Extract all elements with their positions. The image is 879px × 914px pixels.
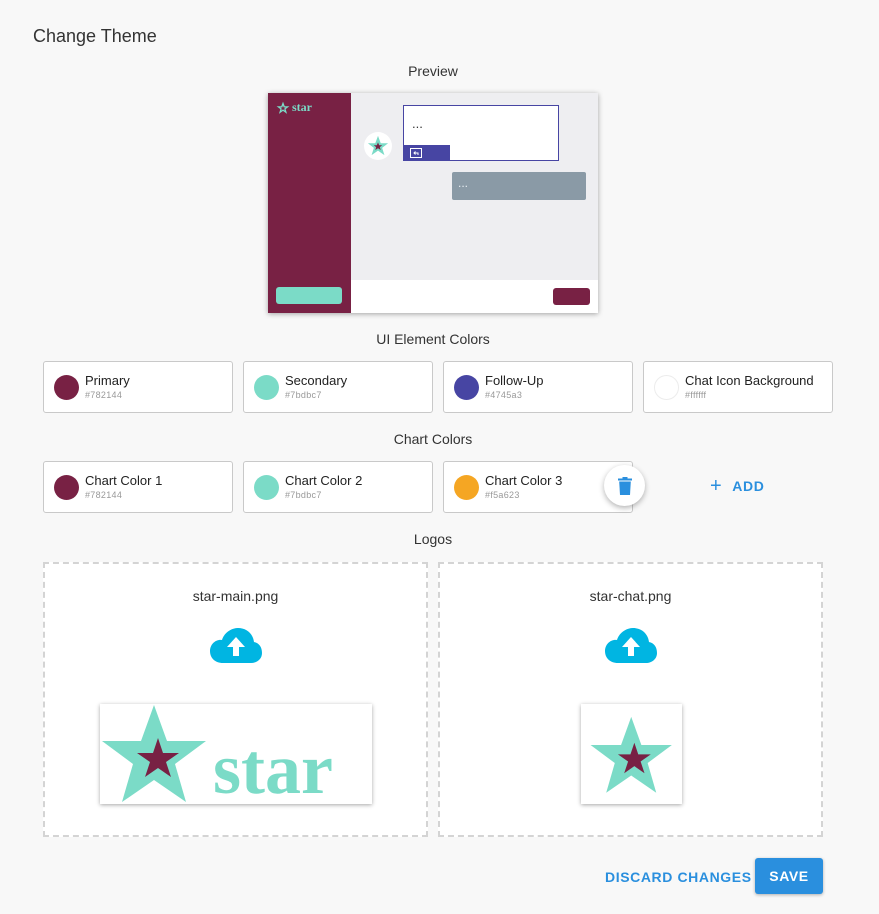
preview-sidebar: star xyxy=(268,93,351,313)
color-label: Primary xyxy=(85,373,130,388)
color-hex: #782144 xyxy=(85,390,123,400)
preview-send-button xyxy=(553,288,590,305)
color-hex: #f5a623 xyxy=(485,490,520,500)
preview-sidebar-button xyxy=(276,287,342,304)
color-card-primary[interactable]: Primary #782144 xyxy=(43,361,233,413)
color-label: Chart Color 3 xyxy=(485,473,563,488)
color-swatch[interactable] xyxy=(54,475,79,500)
trash-icon xyxy=(617,476,632,495)
color-hex: #7bdbc7 xyxy=(285,490,322,500)
color-card-chat-icon-background[interactable]: Chat Icon Background #ffffff xyxy=(643,361,833,413)
preview-title: Preview xyxy=(408,63,458,79)
save-button[interactable]: SAVE xyxy=(755,858,823,894)
logo-dropzone-chat[interactable]: star-chat.png xyxy=(438,562,823,837)
color-swatch[interactable] xyxy=(54,375,79,400)
star-logo-icon xyxy=(276,101,290,114)
add-label: ADD xyxy=(732,478,765,494)
logos-title: Logos xyxy=(413,531,453,547)
page-title: Change Theme xyxy=(33,26,157,46)
logo-filename: star-chat.png xyxy=(589,588,672,604)
preview-chat-avatar xyxy=(364,132,392,160)
reply-icon xyxy=(410,147,422,158)
color-swatch[interactable] xyxy=(254,375,279,400)
preview-message-text: ... xyxy=(412,116,423,131)
color-label: Chart Color 2 xyxy=(285,473,363,488)
logo-image-text: star xyxy=(213,729,333,804)
color-label: Secondary xyxy=(285,373,348,388)
preview-reply-text: ... xyxy=(458,176,469,190)
color-label: Chart Color 1 xyxy=(85,473,163,488)
preview-reply-bubble: ... xyxy=(452,172,586,200)
theme-preview: star ... ... xyxy=(268,93,598,313)
logo-image-main: star xyxy=(100,704,372,804)
chart-colors-title: Chart Colors xyxy=(393,431,473,447)
color-hex: #7bdbc7 xyxy=(285,390,322,400)
logo-filename: star-main.png xyxy=(192,588,279,604)
color-hex: #4745a3 xyxy=(485,390,523,400)
add-chart-color-button[interactable]: + ADD xyxy=(700,470,774,502)
preview-footer xyxy=(351,280,598,313)
cloud-upload-icon[interactable] xyxy=(210,628,262,664)
preview-message-bubble: ... xyxy=(403,105,559,161)
color-card-secondary[interactable]: Secondary #7bdbc7 xyxy=(243,361,433,413)
discard-changes-button[interactable]: DISCARD CHANGES xyxy=(597,860,760,894)
preview-followup-bar xyxy=(404,145,450,160)
color-swatch[interactable] xyxy=(654,375,679,400)
delete-chart-color-button[interactable] xyxy=(604,465,645,506)
logo-image-chat xyxy=(581,704,682,804)
color-label: Follow-Up xyxy=(485,373,544,388)
preview-logo-text: star xyxy=(292,100,312,114)
star-logo-icon xyxy=(102,705,206,802)
cloud-upload-icon[interactable] xyxy=(605,628,657,664)
color-swatch[interactable] xyxy=(454,375,479,400)
plus-icon: + xyxy=(710,475,723,497)
color-hex: #ffffff xyxy=(685,390,707,400)
color-hex: #782144 xyxy=(85,490,123,500)
color-swatch[interactable] xyxy=(454,475,479,500)
color-card-chart-1[interactable]: Chart Color 1 #782144 xyxy=(43,461,233,513)
color-card-chart-2[interactable]: Chart Color 2 #7bdbc7 xyxy=(243,461,433,513)
logo-dropzone-main[interactable]: star-main.png star xyxy=(43,562,428,837)
star-chat-icon xyxy=(367,135,389,156)
preview-logo: star xyxy=(276,100,312,115)
ui-colors-title: UI Element Colors xyxy=(376,331,490,347)
color-swatch[interactable] xyxy=(254,475,279,500)
color-label: Chat Icon Background xyxy=(685,373,814,388)
star-chat-icon xyxy=(590,716,672,793)
color-card-follow-up[interactable]: Follow-Up #4745a3 xyxy=(443,361,633,413)
